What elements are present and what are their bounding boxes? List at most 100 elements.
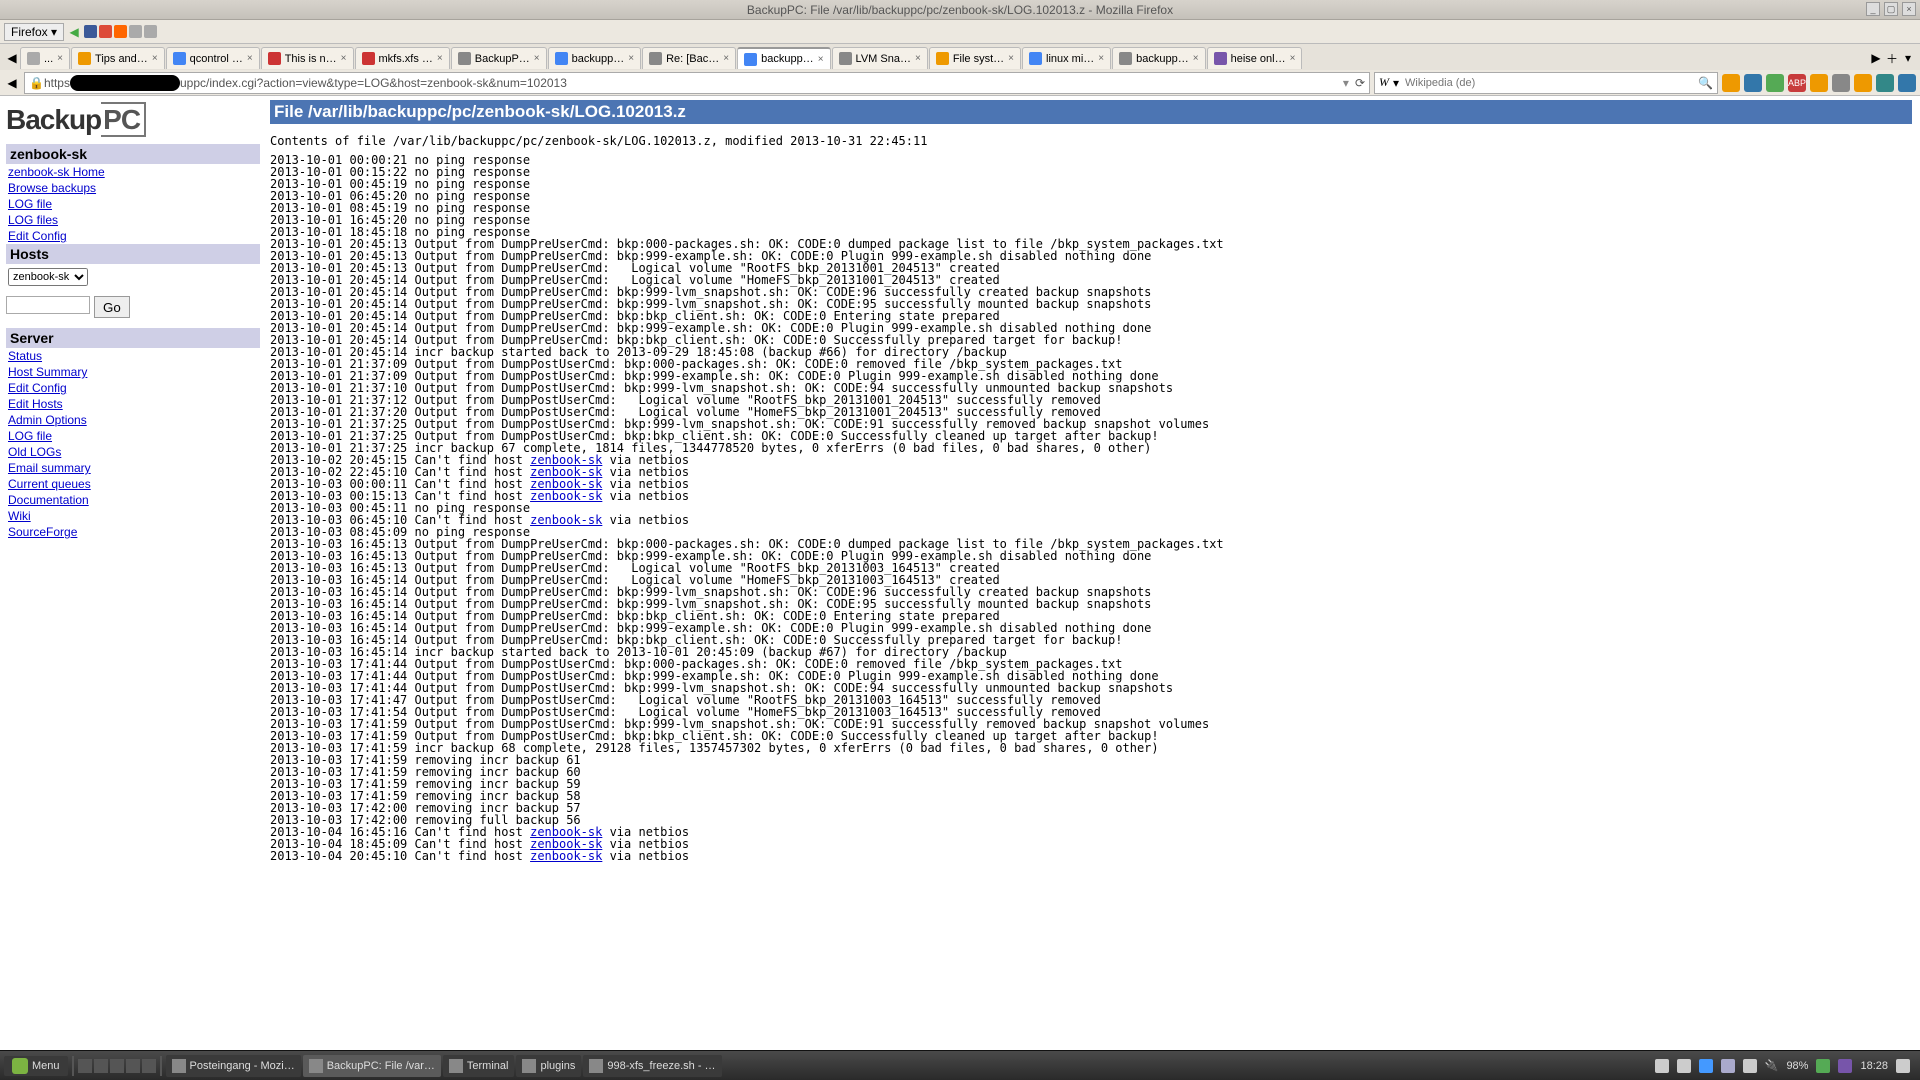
search-go-icon[interactable]: 🔍 xyxy=(1698,76,1713,90)
ext-icon-6[interactable] xyxy=(1832,74,1850,92)
window-maximize-button[interactable]: ▢ xyxy=(1884,2,1898,16)
sidebar-server-link[interactable]: LOG file xyxy=(6,428,262,444)
host-select[interactable]: zenbook-sk xyxy=(8,268,88,286)
sidebar-server-link[interactable]: Admin Options xyxy=(6,412,262,428)
reload-button[interactable]: ⟳ xyxy=(1355,76,1365,90)
sidebar-server-link[interactable]: Documentation xyxy=(6,492,262,508)
browser-tab[interactable]: linux mi…× xyxy=(1022,47,1111,69)
sidebar-host-link[interactable]: LOG file xyxy=(6,196,262,212)
host-search-input[interactable] xyxy=(6,296,90,314)
browser-tab[interactable]: Tips and…× xyxy=(71,47,165,69)
tray-keyboard-icon[interactable] xyxy=(1677,1059,1691,1073)
search-engine-icon[interactable]: W xyxy=(1379,75,1389,90)
browser-tab[interactable]: ...× xyxy=(20,47,70,69)
battery-icon[interactable]: 🔌 xyxy=(1765,1059,1779,1072)
ext-icon-7[interactable] xyxy=(1854,74,1872,92)
new-tab-button[interactable]: ＋ xyxy=(1884,50,1900,66)
nav-back-button[interactable]: ◀ xyxy=(4,75,20,91)
sidebar-server-link[interactable]: Edit Config xyxy=(6,380,262,396)
quicklaunch-icon-3[interactable] xyxy=(110,1059,124,1073)
search-field[interactable]: W ▾ 🔍 xyxy=(1374,72,1718,94)
host-link[interactable]: zenbook-sk xyxy=(530,489,602,503)
tray-wifi-icon[interactable] xyxy=(1721,1059,1735,1073)
tray-shield-icon[interactable] xyxy=(1816,1059,1830,1073)
taskbar-item[interactable]: 998-xfs_freeze.sh - … xyxy=(583,1055,721,1077)
adblock-icon[interactable]: ABP xyxy=(1788,74,1806,92)
quicklaunch-icon-4[interactable] xyxy=(126,1059,140,1073)
window-close-button[interactable]: × xyxy=(1902,2,1916,16)
ext-icon-3[interactable] xyxy=(1766,74,1784,92)
browser-tab[interactable]: heise onl…× xyxy=(1207,47,1303,69)
url-field[interactable]: 🔒 https uppc/index.cgi?action=view&type=… xyxy=(24,72,1370,94)
browser-tab[interactable]: BackupP…× xyxy=(451,47,547,69)
browser-tab[interactable]: backupp…× xyxy=(548,47,641,69)
tray-updates-icon[interactable] xyxy=(1699,1059,1713,1073)
search-engine-dropdown-icon[interactable]: ▾ xyxy=(1393,76,1399,90)
readlater-icon[interactable] xyxy=(129,25,142,38)
sidebar-server-link[interactable]: SourceForge xyxy=(6,524,262,540)
sidebar-host-link[interactable]: Edit Config xyxy=(6,228,262,244)
close-tab-icon[interactable]: × xyxy=(57,53,63,64)
close-tab-icon[interactable]: × xyxy=(818,54,824,65)
browser-tab[interactable]: qcontrol …× xyxy=(166,47,260,69)
close-tab-icon[interactable]: × xyxy=(1290,53,1296,64)
sidebar-host-link[interactable]: LOG files xyxy=(6,212,262,228)
browser-tab[interactable]: mkfs.xfs …× xyxy=(355,47,450,69)
close-tab-icon[interactable]: × xyxy=(1008,53,1014,64)
clock[interactable]: 18:28 xyxy=(1860,1060,1888,1072)
browser-tab[interactable]: This is n…× xyxy=(261,47,354,69)
host-link[interactable]: zenbook-sk xyxy=(530,849,602,863)
list-all-tabs-button[interactable]: ▾ xyxy=(1900,50,1916,66)
taskbar-item[interactable]: Posteingang - Mozi… xyxy=(166,1055,301,1077)
quicklaunch-icon-1[interactable] xyxy=(78,1059,92,1073)
ext-icon-1[interactable] xyxy=(1722,74,1740,92)
sidebar-server-link[interactable]: Old LOGs xyxy=(6,444,262,460)
ext-icon-8[interactable] xyxy=(1876,74,1894,92)
taskbar-item[interactable]: plugins xyxy=(516,1055,581,1077)
close-tab-icon[interactable]: × xyxy=(341,53,347,64)
tray-user-icon[interactable] xyxy=(1896,1059,1910,1073)
sidebar-server-link[interactable]: Host Summary xyxy=(6,364,262,380)
ext-icon-5[interactable] xyxy=(1810,74,1828,92)
taskbar-item[interactable]: BackupPC: File /var… xyxy=(303,1055,441,1077)
scroll-tabs-left-button[interactable]: ◀ xyxy=(4,50,20,66)
sidebar-host-link[interactable]: Browse backups xyxy=(6,180,262,196)
back-button[interactable]: ◀ xyxy=(66,24,82,40)
sidebar-server-link[interactable]: Current queues xyxy=(6,476,262,492)
sidebar-server-link[interactable]: Wiki xyxy=(6,508,262,524)
close-tab-icon[interactable]: × xyxy=(723,53,729,64)
facebook-icon[interactable] xyxy=(84,25,97,38)
googleplus-icon[interactable] xyxy=(99,25,112,38)
close-tab-icon[interactable]: × xyxy=(1098,53,1104,64)
url-dropdown-icon[interactable]: ▾ xyxy=(1343,76,1349,90)
close-tab-icon[interactable]: × xyxy=(152,53,158,64)
tray-app-icon[interactable] xyxy=(1838,1059,1852,1073)
browser-tab[interactable]: File syst…× xyxy=(929,47,1021,69)
quicklaunch-icon-5[interactable] xyxy=(142,1059,156,1073)
ext-icon-2[interactable] xyxy=(1744,74,1762,92)
sidebar-server-link[interactable]: Status xyxy=(6,348,262,364)
tray-network-icon[interactable] xyxy=(1655,1059,1669,1073)
rss-icon[interactable] xyxy=(114,25,127,38)
close-tab-icon[interactable]: × xyxy=(437,53,443,64)
browser-tab[interactable]: backupp…× xyxy=(1112,47,1205,69)
scroll-tabs-right-button[interactable]: ▶ xyxy=(1868,50,1884,66)
browser-tab[interactable]: Re: [Bac…× xyxy=(642,47,736,69)
browser-tab[interactable]: LVM Sna…× xyxy=(832,47,928,69)
close-tab-icon[interactable]: × xyxy=(534,53,540,64)
sidebar-host-link[interactable]: zenbook-sk Home xyxy=(6,164,262,180)
close-tab-icon[interactable]: × xyxy=(247,53,253,64)
sidebar-server-link[interactable]: Email summary xyxy=(6,460,262,476)
browser-tab[interactable]: backupp…× xyxy=(737,47,830,69)
search-input[interactable] xyxy=(1403,76,1694,90)
window-minimize-button[interactable]: _ xyxy=(1866,2,1880,16)
bookmark-quick-icon[interactable] xyxy=(144,25,157,38)
firefox-menu-button[interactable]: Firefox ▾ xyxy=(4,23,64,41)
host-link[interactable]: zenbook-sk xyxy=(530,513,602,527)
quicklaunch-icon-2[interactable] xyxy=(94,1059,108,1073)
taskbar-item[interactable]: Terminal xyxy=(443,1055,515,1077)
ext-icon-9[interactable] xyxy=(1898,74,1916,92)
close-tab-icon[interactable]: × xyxy=(1193,53,1199,64)
sidebar-server-link[interactable]: Edit Hosts xyxy=(6,396,262,412)
tray-volume-icon[interactable] xyxy=(1743,1059,1757,1073)
